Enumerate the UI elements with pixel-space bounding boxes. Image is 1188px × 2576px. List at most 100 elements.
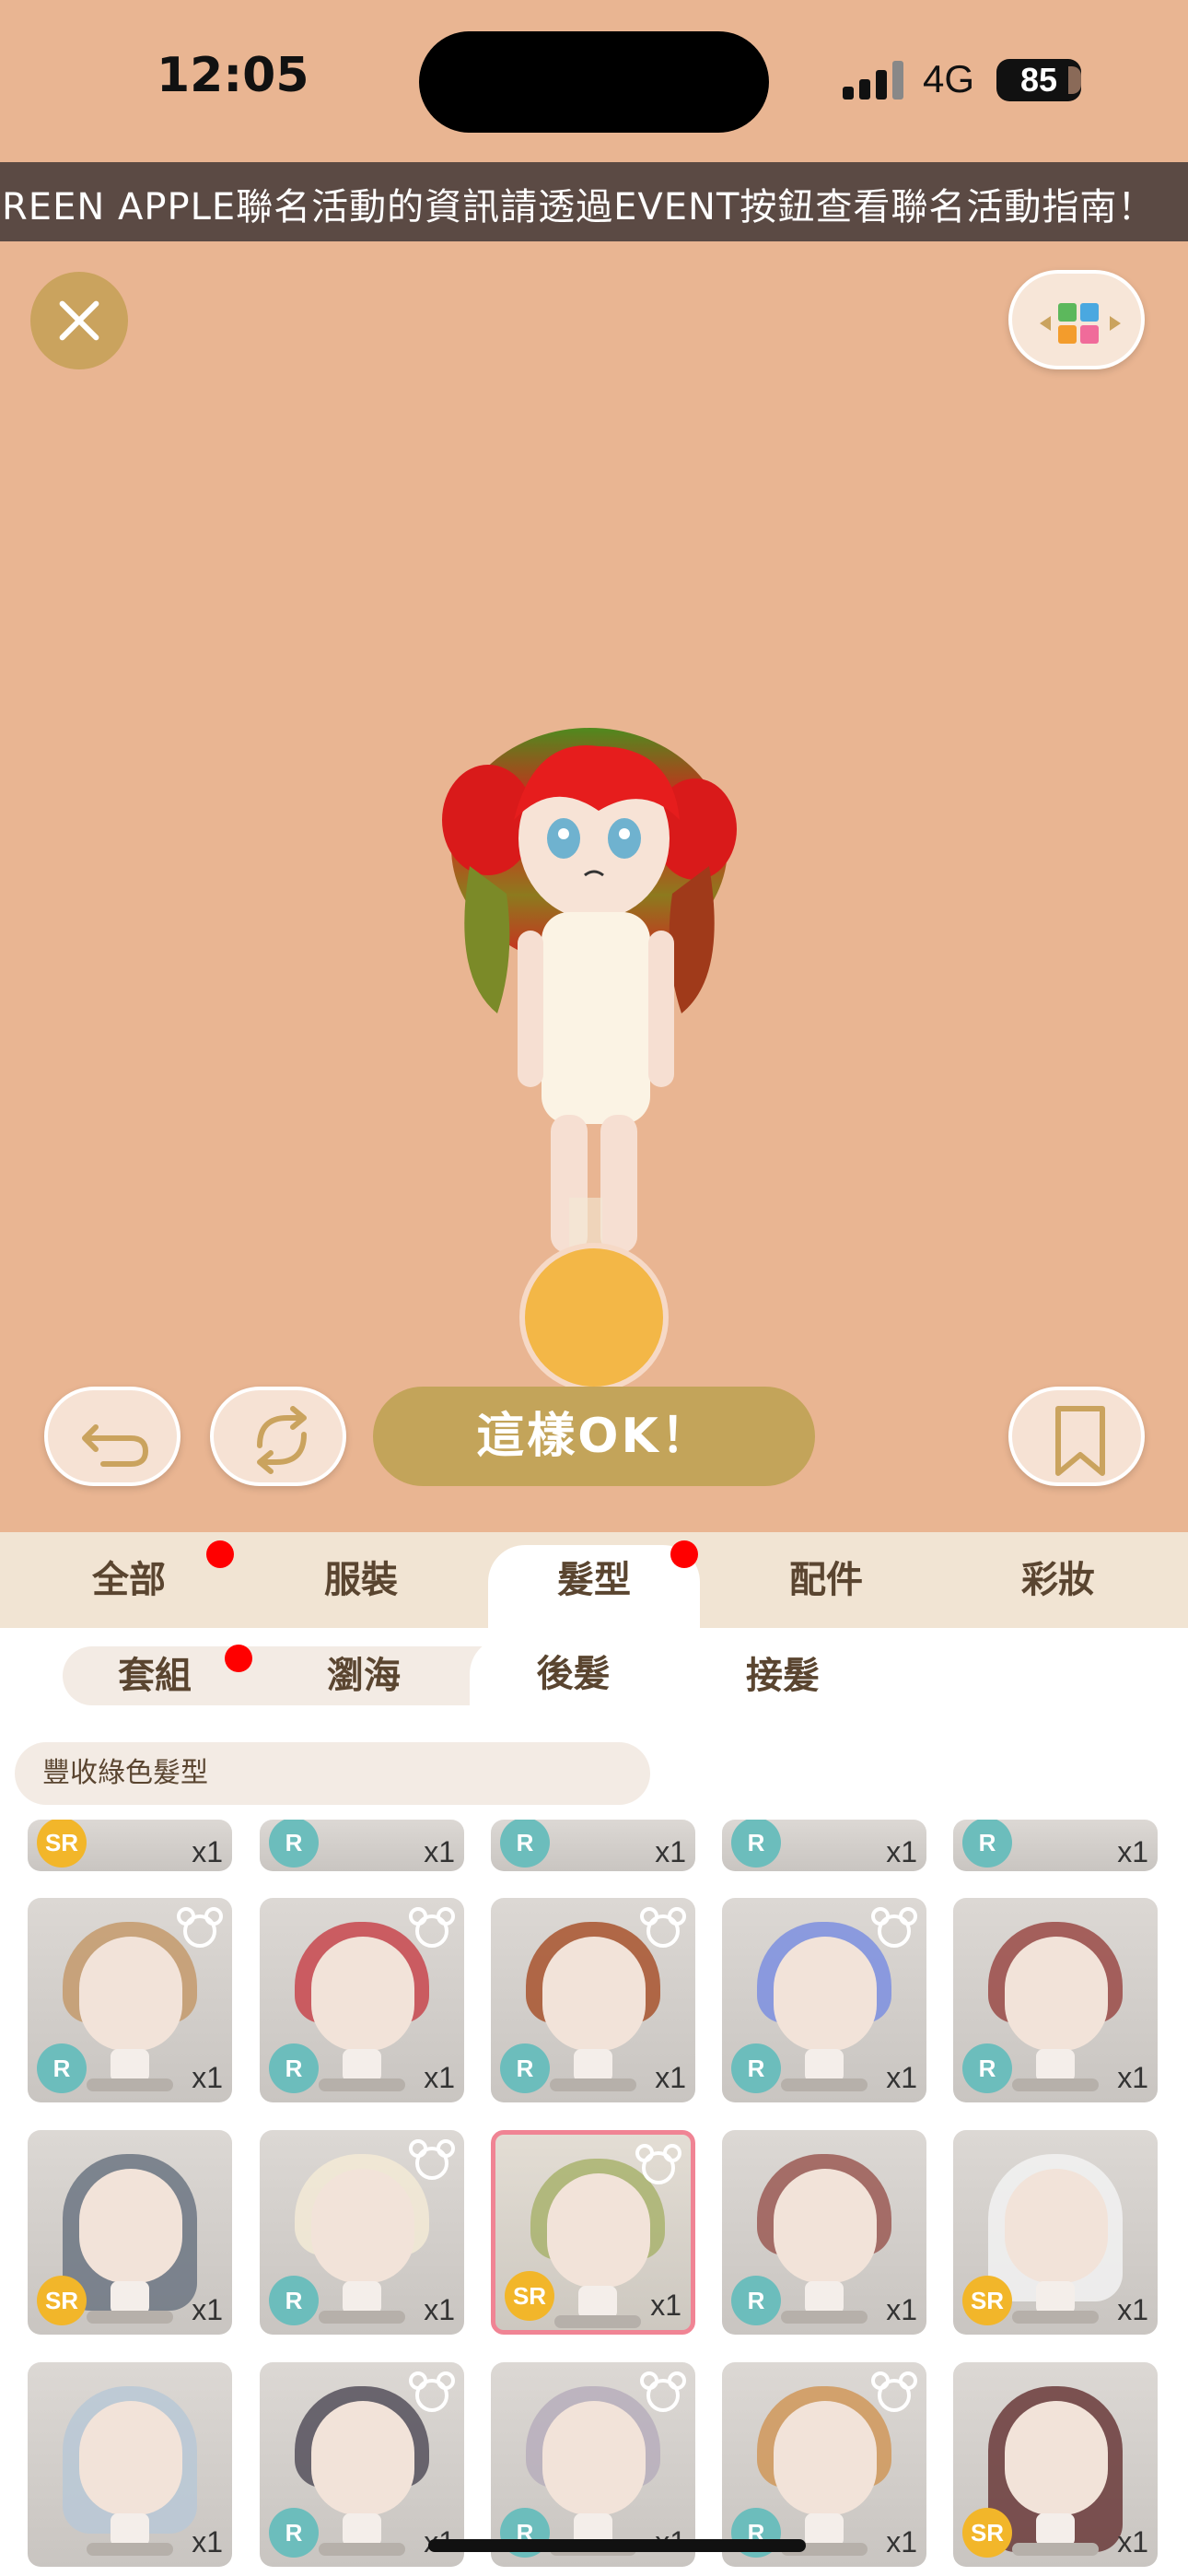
rarity-badge: R bbox=[731, 2276, 781, 2325]
item-card[interactable]: Rx1 bbox=[260, 2130, 464, 2335]
dynamic-island bbox=[419, 31, 769, 133]
item-quantity: x1 bbox=[424, 1835, 455, 1868]
item-card[interactable]: SR x1 bbox=[953, 2130, 1158, 2335]
rarity-badge: R bbox=[962, 2043, 1012, 2093]
event-banner[interactable]: GREEN APPLE聯名活動的資訊請透過EVENT按鈕查看聯名活動指南！ bbox=[0, 162, 1188, 241]
status-time: 12:05 bbox=[157, 48, 309, 103]
item-quantity: x1 bbox=[655, 2061, 686, 2094]
item-quantity: x1 bbox=[650, 2289, 681, 2322]
rarity-badge: SR bbox=[962, 2508, 1012, 2558]
color-grid-button[interactable] bbox=[1008, 270, 1145, 369]
rarity-badge: R bbox=[269, 2508, 319, 2558]
notification-dot bbox=[206, 1540, 234, 1568]
item-card[interactable]: Rx1 bbox=[953, 1898, 1158, 2102]
tab-label: 髮型 bbox=[557, 1559, 631, 1601]
color-grid-icon bbox=[1040, 303, 1121, 344]
rarity-badge: SR bbox=[505, 2271, 554, 2321]
signal-icon bbox=[843, 61, 907, 100]
subtab-label: 套組 bbox=[118, 1655, 192, 1697]
item-quantity: x1 bbox=[886, 2293, 917, 2326]
battery-tip bbox=[1068, 66, 1081, 94]
item-quantity: x1 bbox=[424, 2061, 455, 2094]
network-label: 4G bbox=[923, 57, 975, 100]
subtab-extensions[interactable]: 接髮 bbox=[691, 1639, 875, 1713]
item-card[interactable]: SR x1 bbox=[28, 1820, 232, 1871]
undo-icon bbox=[82, 1424, 149, 1467]
rarity-badge: R bbox=[500, 1820, 550, 1868]
rarity-badge: R bbox=[500, 2043, 550, 2093]
hair-subtabs: 套組 瀏海 後髮 接髮 bbox=[0, 1628, 1188, 1722]
item-card[interactable]: Rx1 bbox=[260, 2362, 464, 2567]
shuffle-button[interactable] bbox=[210, 1387, 346, 1486]
bear-icon bbox=[635, 2144, 681, 2184]
home-indicator[interactable] bbox=[428, 2539, 806, 2552]
item-quantity: x1 bbox=[192, 2061, 223, 2094]
confirm-outfit-button[interactable]: 這樣OK！ bbox=[373, 1387, 815, 1486]
item-card[interactable]: Rx1 bbox=[28, 1898, 232, 2102]
item-card[interactable]: SR x1 bbox=[28, 2130, 232, 2335]
subtab-label: 瀏海 bbox=[327, 1655, 401, 1697]
undo-button[interactable] bbox=[44, 1387, 181, 1486]
bear-icon bbox=[409, 2371, 455, 2412]
bear-icon bbox=[871, 1907, 917, 1948]
item-quantity: x1 bbox=[192, 2293, 223, 2326]
subtab-label: 後髮 bbox=[536, 1653, 611, 1695]
tab-all[interactable]: 全部 bbox=[23, 1532, 235, 1628]
notification-dot bbox=[225, 1645, 252, 1672]
item-card[interactable]: Rx1 bbox=[722, 1820, 926, 1871]
tab-hairstyle[interactable]: 髮型 bbox=[488, 1545, 700, 1628]
rarity-badge: SR bbox=[37, 2276, 87, 2325]
bookmark-button[interactable] bbox=[1008, 1387, 1145, 1486]
subtab-bangs[interactable]: 瀏海 bbox=[272, 1639, 456, 1713]
item-card[interactable]: Rx1 bbox=[260, 1820, 464, 1871]
item-card[interactable]: Rx1 bbox=[491, 1898, 695, 2102]
category-tabs: 全部 服裝 髮型 配件 彩妝 bbox=[0, 1532, 1188, 1628]
item-card[interactable]: x1 bbox=[28, 2362, 232, 2567]
bear-icon bbox=[640, 2371, 686, 2412]
tab-label: 配件 bbox=[789, 1559, 863, 1601]
tab-makeup[interactable]: 彩妝 bbox=[952, 1532, 1164, 1628]
bear-icon bbox=[409, 2139, 455, 2180]
item-card[interactable]: Rx1 bbox=[491, 1820, 695, 1871]
banner-text: GREEN APPLE聯名活動的資訊請透過EVENT按鈕查看聯名活動指南！ bbox=[0, 186, 1156, 228]
tab-label: 彩妝 bbox=[1021, 1559, 1095, 1601]
bear-icon bbox=[409, 1907, 455, 1948]
item-card[interactable]: SR x1 bbox=[953, 2362, 1158, 2567]
bear-icon bbox=[177, 1907, 223, 1948]
item-quantity: x1 bbox=[655, 1835, 686, 1868]
tab-accessories[interactable]: 配件 bbox=[720, 1532, 932, 1628]
bear-icon bbox=[871, 2371, 917, 2412]
rarity-badge: R bbox=[269, 2043, 319, 2093]
item-card[interactable]: Rx1 bbox=[953, 1820, 1158, 1871]
item-quantity: x1 bbox=[424, 2293, 455, 2326]
rarity-badge: R bbox=[269, 2276, 319, 2325]
item-quantity: x1 bbox=[886, 2061, 917, 2094]
tab-label: 服裝 bbox=[324, 1559, 398, 1601]
item-card[interactable]: Rx1 bbox=[491, 2362, 695, 2567]
rarity-badge: SR bbox=[37, 1820, 87, 1868]
close-button[interactable] bbox=[30, 272, 128, 369]
item-card[interactable]: Rx1 bbox=[722, 2130, 926, 2335]
item-quantity: x1 bbox=[1117, 1835, 1148, 1868]
rarity-badge: R bbox=[269, 1820, 319, 1868]
item-quantity: x1 bbox=[1117, 2525, 1148, 2558]
item-quantity: x1 bbox=[886, 1835, 917, 1868]
item-quantity: x1 bbox=[1117, 2293, 1148, 2326]
item-quantity: x1 bbox=[192, 2525, 223, 2558]
item-card[interactable]: Rx1 bbox=[722, 2362, 926, 2567]
item-card[interactable]: Rx1 bbox=[260, 1898, 464, 2102]
subtab-back-hair[interactable]: 後髮 bbox=[470, 1637, 677, 1722]
tab-label: 全部 bbox=[92, 1559, 166, 1601]
notification-dot bbox=[670, 1540, 698, 1568]
filter-chip[interactable]: 豐收綠色髮型 bbox=[15, 1742, 650, 1805]
rarity-badge: R bbox=[731, 2043, 781, 2093]
item-quantity: x1 bbox=[1117, 2061, 1148, 2094]
item-quantity: x1 bbox=[886, 2525, 917, 2558]
item-card-selected[interactable]: SR x1 bbox=[491, 2130, 695, 2335]
shuffle-icon bbox=[257, 1406, 307, 1474]
tab-clothing[interactable]: 服裝 bbox=[255, 1532, 467, 1628]
rarity-badge: R bbox=[37, 2043, 87, 2093]
item-card[interactable]: Rx1 bbox=[722, 1898, 926, 2102]
subtab-set[interactable]: 套組 bbox=[63, 1639, 247, 1713]
bookmark-icon bbox=[1055, 1406, 1105, 1476]
